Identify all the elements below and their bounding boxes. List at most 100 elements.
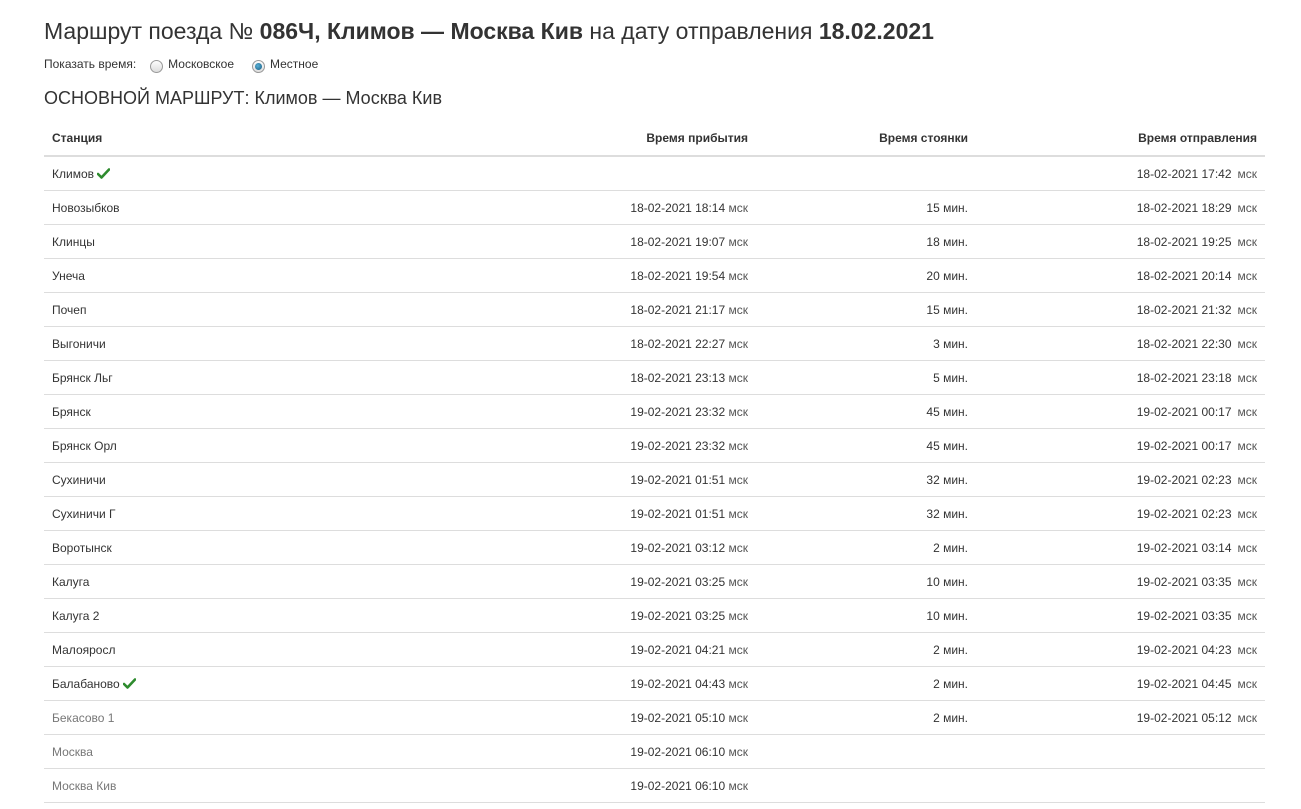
arrival-cell xyxy=(360,156,756,191)
departure-cell: 19-02-2021 02:23 мск xyxy=(976,462,1265,497)
time-mode-selector: Показать время: Московское Местное xyxy=(44,54,1265,74)
departure-time: 19-02-2021 04:23 xyxy=(1136,642,1232,657)
radio-moscow-label[interactable]: Московское xyxy=(168,57,234,71)
arrival-timezone: мск xyxy=(728,234,749,249)
radio-local-time[interactable]: Местное xyxy=(252,57,318,73)
stop-duration: 2 мин. xyxy=(933,540,968,555)
departure-cell: 19-02-2021 02:23 мск xyxy=(976,496,1265,531)
arrival-timezone: мск xyxy=(728,574,749,589)
station-cell: Клинцы xyxy=(44,224,360,259)
departure-time: 19-02-2021 00:17 xyxy=(1136,438,1232,453)
arrival-cell: 18-02-2021 19:54 мск xyxy=(360,258,756,293)
departure-cell: 19-02-2021 04:45 мск xyxy=(976,666,1265,701)
departure-timezone: мск xyxy=(1237,642,1258,657)
arrival-time: 19-02-2021 04:43 xyxy=(630,676,726,691)
stop-duration-cell: 15 мин. xyxy=(756,190,976,225)
arrival-cell: 19-02-2021 03:12 мск xyxy=(360,530,756,565)
departure-timezone: мск xyxy=(1237,574,1258,589)
stop-duration-cell: 5 мин. xyxy=(756,360,976,395)
route-name: Климов — Москва Кив xyxy=(326,18,583,44)
station-cell: Выгоничи xyxy=(44,326,360,361)
arrival-cell: 19-02-2021 04:21 мск xyxy=(360,632,756,667)
arrival-timezone: мск xyxy=(728,744,749,759)
table-row: Воротынск 19-02-2021 03:12 мск 2 мин. 19-02… xyxy=(44,530,1265,565)
checkmark-icon xyxy=(97,167,110,179)
arrival-time: 19-02-2021 03:25 xyxy=(630,574,726,589)
stop-duration: 10 мин. xyxy=(926,608,968,623)
arrival-time: 19-02-2021 01:51 xyxy=(630,506,726,521)
arrival-cell: 18-02-2021 18:14 мск xyxy=(360,190,756,225)
section-title: ОСНОВНОЙ МАРШРУТ: Климов — Москва Кив xyxy=(44,88,443,108)
stop-duration-cell: 15 мин. xyxy=(756,292,976,327)
stop-duration: 15 мин. xyxy=(926,200,968,215)
arrival-cell: 18-02-2021 21:17 мск xyxy=(360,292,756,327)
station-cell: Балабаново xyxy=(44,666,360,701)
radio-moscow-indicator[interactable] xyxy=(150,59,164,73)
station-name: Балабаново xyxy=(52,676,120,691)
arrival-timezone: мск xyxy=(728,200,749,215)
departure-timezone: мск xyxy=(1237,438,1258,453)
radio-local-indicator[interactable] xyxy=(252,59,265,73)
departure-time: 19-02-2021 05:12 xyxy=(1136,710,1232,725)
departure-time: 19-02-2021 02:23 xyxy=(1136,506,1232,521)
station-cell: Сухиничи Г xyxy=(44,496,360,531)
radio-local-label[interactable]: Местное xyxy=(270,57,318,71)
arrival-cell: 19-02-2021 03:25 мск xyxy=(360,564,756,599)
stop-duration: 45 мин. xyxy=(926,438,968,453)
station-cell: Брянск Орл xyxy=(44,428,360,463)
stop-duration-cell: 2 мин. xyxy=(756,632,976,667)
arrival-time: 18-02-2021 18:14 xyxy=(630,200,726,215)
stop-duration-cell: 2 мин. xyxy=(756,700,976,735)
date-prefix: на дату отправления xyxy=(589,18,813,44)
time-mode-label: Показать время: xyxy=(44,57,137,71)
departure-cell: 18-02-2021 19:25 мск xyxy=(976,224,1265,259)
column-header-arrival: Время прибытия xyxy=(360,121,756,157)
departure-cell: 18-02-2021 17:42 мск xyxy=(976,156,1265,191)
arrival-timezone: мск xyxy=(728,302,749,317)
arrival-cell: 18-02-2021 22:27 мск xyxy=(360,326,756,361)
station-name: Клинцы xyxy=(52,234,95,249)
table-row: Брянск Орл 19-02-2021 23:32 мск 45 мин. 19-… xyxy=(44,428,1265,463)
arrival-timezone: мск xyxy=(728,370,749,385)
page: Маршрут поезда № 086Ч, Климов — Москва К… xyxy=(0,0,1301,803)
table-row: Брянск 19-02-2021 23:32 мск 45 мин. 19-02-2… xyxy=(44,394,1265,429)
stop-duration: 15 мин. xyxy=(926,302,968,317)
station-name: Сухиничи Г xyxy=(52,506,116,521)
stop-duration-cell: 2 мин. xyxy=(756,530,976,565)
arrival-time: 18-02-2021 19:07 xyxy=(630,234,726,249)
arrival-time: 19-02-2021 06:10 xyxy=(630,744,726,759)
table-row: Брянск Льг 18-02-2021 23:13 мск 5 мин. 18-0… xyxy=(44,360,1265,395)
page-title: Маршрут поезда № 086Ч, Климов — Москва К… xyxy=(44,16,1265,46)
arrival-time: 18-02-2021 23:13 xyxy=(630,370,726,385)
station-cell: Москва xyxy=(44,734,360,769)
arrival-time: 19-02-2021 01:51 xyxy=(630,472,726,487)
arrival-timezone: мск xyxy=(728,710,749,725)
stop-duration: 32 мин. xyxy=(926,506,968,521)
arrival-time: 18-02-2021 22:27 xyxy=(630,336,726,351)
departure-cell: 19-02-2021 00:17 мск xyxy=(976,394,1265,429)
station-cell: Воротынск xyxy=(44,530,360,565)
departure-time: 19-02-2021 03:35 xyxy=(1136,574,1232,589)
departure-timezone: мск xyxy=(1237,166,1258,181)
departure-cell: 18-02-2021 23:18 мск xyxy=(976,360,1265,395)
stop-duration: 32 мин. xyxy=(926,472,968,487)
station-cell: Новозыбков xyxy=(44,190,360,225)
arrival-timezone: мск xyxy=(728,268,749,283)
station-name: Москва xyxy=(52,744,93,759)
stop-duration: 2 мин. xyxy=(933,710,968,725)
stop-duration: 5 мин. xyxy=(933,370,968,385)
table-row: Климов 18-02-2021 17:42 мск xyxy=(44,156,1265,191)
departure-time: 18-02-2021 23:18 xyxy=(1136,370,1232,385)
table-row: Москва Кив 19-02-2021 06:10 мск xyxy=(44,768,1265,803)
departure-timezone: мск xyxy=(1237,336,1258,351)
route-table: Станция Время прибытия Время стоянки Вре… xyxy=(44,121,1265,803)
stop-duration-cell: 32 мин. xyxy=(756,462,976,497)
station-name: Почеп xyxy=(52,302,87,317)
arrival-timezone: мск xyxy=(728,506,749,521)
station-cell: Москва Кив xyxy=(44,768,360,803)
station-name: Москва Кив xyxy=(52,778,117,793)
radio-moscow-time[interactable]: Московское xyxy=(150,57,234,73)
arrival-cell: 19-02-2021 01:51 мск xyxy=(360,496,756,531)
table-row: Почеп 18-02-2021 21:17 мск 15 мин. 18-02-20… xyxy=(44,292,1265,327)
station-cell: Брянск xyxy=(44,394,360,429)
